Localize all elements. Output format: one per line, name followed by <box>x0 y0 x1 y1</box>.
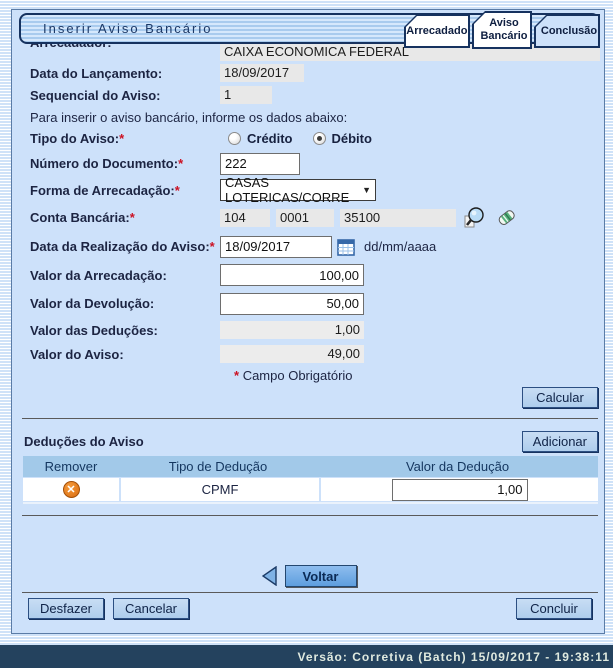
cell-tipo-deducao: CPMF <box>121 478 319 501</box>
conta-bancaria-values: 104 0001 35100 <box>220 205 520 231</box>
row-conta-bancaria: Conta Bancária:* 104 0001 35100 <box>20 204 598 231</box>
date-format-hint: dd/mm/aaaa <box>364 239 436 254</box>
form-area: Arrecadador: 104 CAIXA ECONOMICA FEDERAL… <box>20 23 598 619</box>
data-realizacao-input[interactable] <box>220 236 332 258</box>
cell-valor-deducao <box>321 478 598 501</box>
voltar-button[interactable]: Voltar <box>285 565 357 587</box>
conta-bancaria-label: Conta Bancária:* <box>20 210 220 225</box>
required-asterisk: * <box>119 131 124 146</box>
desfazer-button[interactable]: Desfazer <box>28 598 104 619</box>
calendar-icon <box>337 238 355 256</box>
valor-deducoes-value: 1,00 <box>220 321 364 339</box>
forma-arrecadacao-select[interactable]: CASAS LOTERICAS/CORRE ▼ <box>220 179 376 201</box>
footer-bar: Versão: Corretiva (Batch) 15/09/2017 - 1… <box>0 645 613 668</box>
radio-debito-label: Débito <box>332 131 372 146</box>
required-asterisk: * <box>175 183 180 198</box>
row-tipo-aviso: Tipo do Aviso:* Crédito Débito <box>20 127 598 149</box>
data-lancamento-label: Data do Lançamento: <box>20 66 220 81</box>
numero-documento-input[interactable] <box>220 153 300 175</box>
required-asterisk: * <box>178 156 183 171</box>
page: { "header": { "title": "Inserir Aviso Ba… <box>0 0 613 668</box>
deducoes-table: Remover Tipo de Dedução Valor da Dedução… <box>23 456 598 501</box>
row-numero-documento: Número do Documento:* <box>20 151 598 176</box>
remove-row-icon[interactable]: ✕ <box>63 481 80 498</box>
back-arrow-icon[interactable] <box>262 566 277 586</box>
tab-aviso-bancario[interactable]: Aviso Bancário <box>472 11 532 49</box>
main-panel: Inserir Aviso Bancário Arrecadador Aviso… <box>11 9 605 634</box>
col-remover: Remover <box>23 456 119 477</box>
concluir-button[interactable]: Concluir <box>516 598 592 619</box>
eraser-icon <box>495 206 519 230</box>
required-note-visible: Campo Obrigatório <box>243 368 353 383</box>
valor-aviso-value: 49,00 <box>220 345 364 363</box>
wizard-tabs: Arrecadador Aviso Bancário Conclusão <box>404 11 600 49</box>
form-instruction: Para inserir o aviso bancário, informe o… <box>20 107 598 127</box>
deducao-valor-input[interactable] <box>392 479 528 501</box>
page-title: Inserir Aviso Bancário <box>21 21 213 36</box>
calcular-button[interactable]: Calcular <box>522 387 598 408</box>
row-valor-arrecadacao: Valor da Arrecadação: <box>20 262 598 288</box>
magnifier-icon <box>463 206 487 230</box>
deducoes-table-header: Remover Tipo de Dedução Valor da Dedução <box>23 456 598 477</box>
tab-conclusao-label: Conclusão <box>536 16 598 46</box>
clear-account-button[interactable] <box>494 205 520 231</box>
radio-debito[interactable] <box>313 132 326 145</box>
valor-arrecadacao-label: Valor da Arrecadação: <box>20 268 220 283</box>
required-note: * * Campo ObrigatórioCampo Obrigatório <box>20 367 598 383</box>
divider <box>22 418 598 419</box>
row-data-realizacao: Data da Realização do Aviso:* dd/mm/aaaa <box>20 233 598 260</box>
row-data-lancamento: Data do Lançamento: 18/09/2017 <box>20 63 598 83</box>
col-tipo-deducao: Tipo de Dedução <box>119 456 317 477</box>
cancelar-button[interactable]: Cancelar <box>113 598 189 619</box>
bottom-actions: Desfazer Cancelar Concluir <box>28 598 592 619</box>
divider <box>22 592 598 593</box>
data-realizacao-label: Data da Realização do Aviso:* <box>20 239 220 254</box>
divider <box>22 515 598 516</box>
tab-aviso-bancario-label: Aviso Bancário <box>474 13 530 47</box>
search-account-button[interactable] <box>462 205 488 231</box>
tipo-aviso-label: Tipo do Aviso:* <box>20 131 220 146</box>
tipo-aviso-radio-group: Crédito Débito <box>220 127 386 149</box>
conta-banco: 104 <box>220 209 270 227</box>
deducoes-header: Deduções do Aviso Adicionar <box>20 430 598 452</box>
valor-devolucao-input[interactable] <box>220 293 364 315</box>
forma-arrecadacao-label: Forma de Arrecadação:* <box>20 183 220 198</box>
row-forma-arrecadacao: Forma de Arrecadação:* CASAS LOTERICAS/C… <box>20 178 598 202</box>
adicionar-button[interactable]: Adicionar <box>522 431 598 452</box>
tab-conclusao[interactable]: Conclusão <box>534 14 600 48</box>
tab-arrecadador[interactable]: Arrecadador <box>404 14 470 48</box>
tab-arrecadador-label: Arrecadador <box>406 16 468 46</box>
version-text: Versão: Corretiva (Batch) 15/09/2017 - 1… <box>298 650 613 664</box>
row-valor-devolucao: Valor da Devolução: <box>20 290 598 317</box>
valor-devolucao-label: Valor da Devolução: <box>20 296 220 311</box>
deducoes-title: Deduções do Aviso <box>20 434 144 449</box>
radio-credito-label: Crédito <box>247 131 293 146</box>
conta-agencia: 0001 <box>276 209 334 227</box>
required-asterisk: * <box>210 239 215 254</box>
data-realizacao-controls: dd/mm/aaaa <box>220 236 436 258</box>
valor-arrecadacao-input[interactable] <box>220 264 364 286</box>
calcular-row: Calcular <box>20 387 598 408</box>
row-valor-deducoes: Valor das Deduções: 1,00 <box>20 319 598 341</box>
data-lancamento-value: 18/09/2017 <box>220 64 304 82</box>
valor-deducoes-label: Valor das Deduções: <box>20 323 220 338</box>
valor-aviso-label: Valor do Aviso: <box>20 347 220 362</box>
radio-credito[interactable] <box>228 132 241 145</box>
col-valor-deducao: Valor da Dedução <box>317 456 598 477</box>
sequencial-label: Sequencial do Aviso: <box>20 88 220 103</box>
row-valor-aviso: Valor do Aviso: 49,00 <box>20 343 598 365</box>
cell-remover: ✕ <box>23 478 119 501</box>
forma-arrecadacao-value: CASAS LOTERICAS/CORRE <box>225 175 362 205</box>
table-row: ✕ CPMF <box>23 478 598 501</box>
numero-documento-label: Número do Documento:* <box>20 156 220 171</box>
chevron-down-icon: ▼ <box>362 185 371 195</box>
conta-numero: 35100 <box>340 209 456 227</box>
required-asterisk: * <box>130 210 135 225</box>
row-sequencial: Sequencial do Aviso: 1 <box>20 85 598 105</box>
voltar-row: Voltar <box>20 564 598 588</box>
calendar-picker-button[interactable] <box>336 237 356 257</box>
table-bottom-line <box>23 502 598 504</box>
sequencial-value: 1 <box>220 86 272 104</box>
